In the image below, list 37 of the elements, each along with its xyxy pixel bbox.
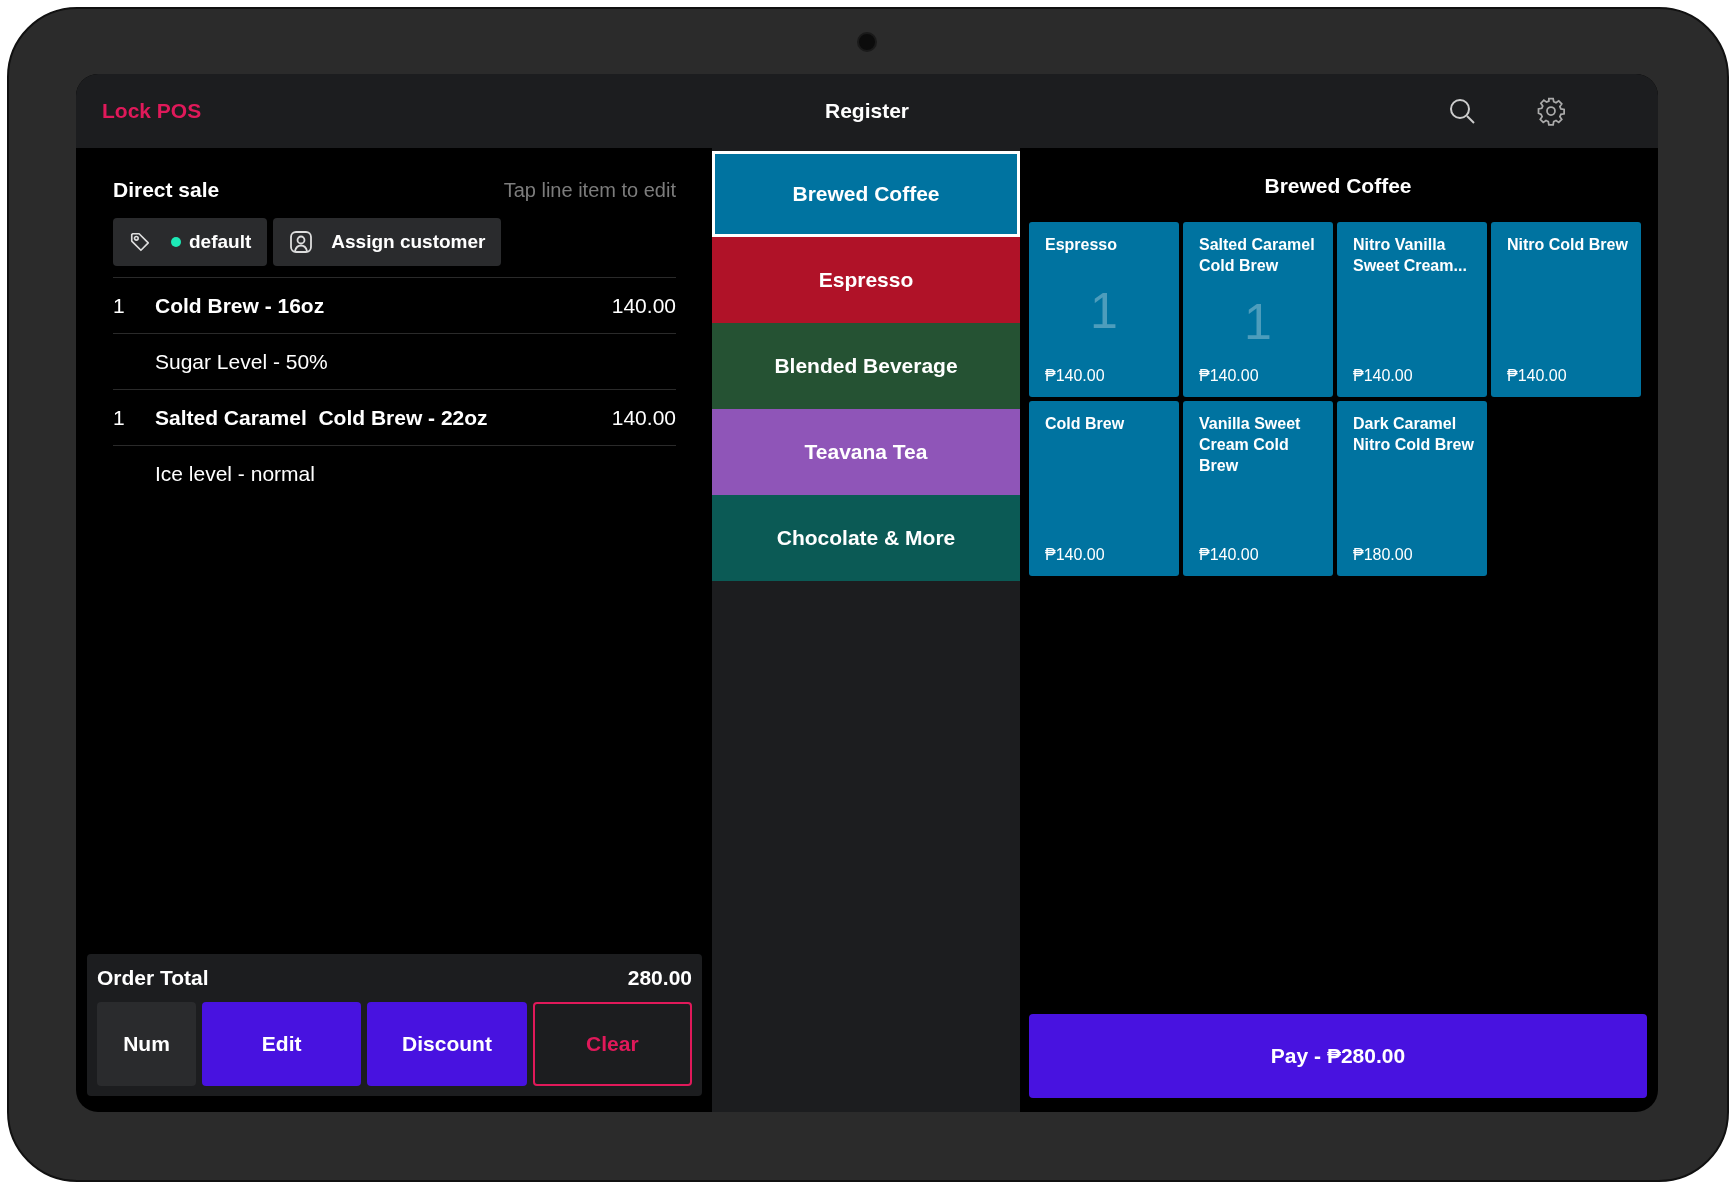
sale-title: Direct sale: [113, 178, 220, 202]
category-title: Brewed Coffee: [1263, 174, 1413, 198]
camera-dot: [857, 31, 877, 52]
modifier-line[interactable]: Ice level - normal: [113, 446, 676, 501]
assign-customer-button[interactable]: Assign customer: [273, 218, 502, 266]
product-tile[interactable]: Nitro Cold Brew ₱140.00: [1491, 222, 1641, 397]
category-button[interactable]: Chocolate & More: [712, 495, 1020, 581]
order-line[interactable]: 1 Salted Caramel Cold Brew - 22oz 140.00: [113, 389, 676, 446]
category-button[interactable]: Brewed Coffee: [712, 151, 1020, 237]
total-amount: 280.00: [627, 966, 692, 990]
category-button[interactable]: Espresso: [712, 237, 1020, 323]
category-button[interactable]: Blended Beverage: [712, 323, 1020, 409]
action-button[interactable]: Clear: [532, 1002, 692, 1086]
pay-button[interactable]: Pay - ₱280.00: [1029, 1014, 1647, 1098]
tag-icon: [129, 231, 151, 253]
product-tile[interactable]: Salted Caramel Cold Brew 1 ₱140.00: [1183, 222, 1333, 397]
action-button[interactable]: Edit: [202, 1002, 362, 1086]
hint-text: Tap line item to edit: [503, 179, 676, 202]
search-icon[interactable]: [1448, 97, 1476, 125]
user-icon: [289, 230, 314, 254]
price-list-button[interactable]: default: [113, 218, 268, 266]
total-label: Order Total: [97, 966, 209, 990]
product-tile[interactable]: Dark Caramel Nitro Cold Brew ₱180.00: [1337, 401, 1487, 576]
product-tile[interactable]: Vanilla Sweet Cream Cold Brew ₱140.00: [1183, 401, 1333, 576]
product-tile[interactable]: Cold Brew ₱140.00: [1029, 401, 1179, 576]
product-tile[interactable]: Espresso 1 ₱140.00: [1029, 222, 1179, 397]
order-line[interactable]: 1 Cold Brew - 16oz 140.00: [113, 278, 676, 334]
action-button[interactable]: Discount: [367, 1002, 527, 1086]
action-button[interactable]: Num: [97, 1002, 196, 1086]
screen-title: Register: [825, 99, 909, 123]
settings-icon[interactable]: [1536, 96, 1566, 126]
brand-logo: Lock POS: [102, 99, 202, 123]
modifier-line[interactable]: Sugar Level - 50%: [113, 334, 676, 389]
quantity-count: 1: [1244, 292, 1272, 351]
product-tile[interactable]: Nitro Vanilla Sweet Cream... ₱140.00: [1337, 222, 1487, 397]
quantity-count: 1: [1090, 282, 1118, 340]
category-button[interactable]: Teavana Tea: [712, 409, 1020, 495]
